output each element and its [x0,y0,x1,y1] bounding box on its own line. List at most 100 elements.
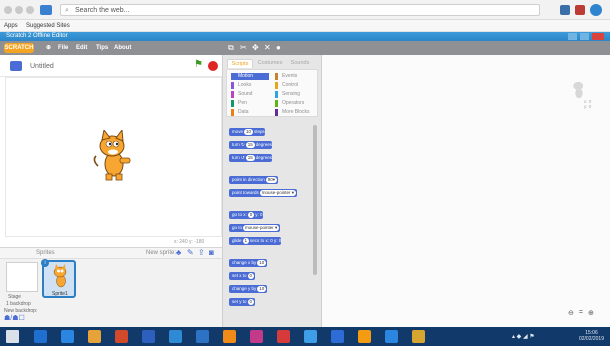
motion-block[interactable]: set y to 0 [229,298,256,306]
globe-icon[interactable]: ⊕ [46,41,51,55]
stage-thumbnail[interactable] [6,262,38,292]
motion-block[interactable]: point towards mouse-pointer ▾ [229,189,298,197]
help-icon[interactable]: ● [276,44,282,52]
cat-sprite[interactable] [92,130,136,182]
taskbar-app-icon[interactable] [223,330,236,343]
block-input[interactable]: 15 [245,141,255,148]
address-bar[interactable]: ⌕ Search the web... [60,4,540,16]
taskbar-app-icon[interactable] [34,330,47,343]
extension-icon[interactable] [560,5,570,15]
block-label: go to x: [232,212,247,217]
presentation-mode-icon[interactable] [10,61,22,71]
taskbar-app-icon[interactable] [142,330,155,343]
stage[interactable] [5,77,222,237]
taskbar-app-icon[interactable] [250,330,263,343]
block-input[interactable]: mouse-pointer ▾ [243,224,280,231]
paint-sprite-icon[interactable]: ✎ [187,248,194,257]
block-input[interactable]: 0 [247,211,255,218]
motion-block[interactable]: turn ↻ 15 degrees [229,141,273,149]
taskbar-app-icon[interactable] [61,330,74,343]
grow-icon[interactable]: ✥ [252,44,259,52]
block-input[interactable]: 0 [247,272,255,279]
close-icon[interactable] [592,33,604,40]
motion-block[interactable]: point in direction 90▾ [229,176,279,184]
back-icon[interactable] [4,6,12,14]
menu-about[interactable]: About [114,41,131,55]
scripts-area[interactable]: x: 0 y: 0 [322,55,610,327]
stage-footer: x: 240 y: -180 [0,237,222,247]
maximize-icon[interactable] [580,33,589,40]
refresh-icon[interactable] [26,6,34,14]
taskbar-app-icon[interactable] [169,330,182,343]
clock-date: 02/02/2019 [578,336,604,342]
search-icon: ⌕ [65,7,69,14]
block-input[interactable]: 1 [242,237,250,244]
block-input[interactable]: 10 [257,285,267,292]
zoom-out-icon[interactable]: ⊖ [568,309,574,319]
menu-edit[interactable]: Edit [76,41,87,55]
taskbar-app-icon[interactable] [385,330,398,343]
address-text: Search the web... [75,7,130,14]
blocks-list: move 10 steps turn ↻ 15 degrees turn ↺ 15 degree… [223,55,323,327]
bookmarks-bar: Apps Suggested Sites [0,20,610,32]
zoom-in-icon[interactable]: ⊕ [588,309,594,319]
taskbar-app-icon[interactable] [196,330,209,343]
taskbar-app-icon[interactable] [412,330,425,343]
blocks-palette: Scripts Costumes Sounds Motion Looks Sound… [222,55,322,327]
project-title[interactable]: Untitled [30,62,90,72]
zoom-reset-icon[interactable]: = [579,309,583,319]
taskbar-app-icon[interactable] [358,330,371,343]
block-input[interactable]: 0 [247,298,255,305]
backdrop-tools-icon[interactable]: ☗/☗☐ [4,314,25,322]
system-tray[interactable]: ▴ ◆ ◢ ⚑ [512,333,535,340]
motion-block[interactable]: go to x: 0 y: 0 [229,211,263,219]
upload-sprite-icon[interactable]: ⇪ [198,248,205,257]
motion-block[interactable]: turn ↺ 15 degrees [229,154,273,162]
sprite-thumbnail[interactable]: i Sprite1 [41,259,76,298]
motion-block[interactable]: move 10 steps [229,128,265,136]
choose-sprite-icon[interactable]: ♣ [176,248,181,257]
menu-tips[interactable]: Tips [96,41,108,55]
camera-sprite-icon[interactable]: ◙ [209,248,214,257]
taskbar-app-icon[interactable] [304,330,317,343]
profile-icon[interactable] [590,4,602,16]
bookmark-apps[interactable]: Apps [4,20,18,32]
forward-icon[interactable] [15,6,23,14]
block-label-suffix: degrees [255,142,273,147]
block-label: move [232,129,244,134]
block-label-suffix: y: 0 [255,212,263,217]
addon-icon[interactable] [575,5,585,15]
block-label: set y to [232,299,247,304]
block-input[interactable]: mouse-pointer ▾ [259,189,297,196]
taskbar-app-icon[interactable] [88,330,101,343]
stop-icon[interactable] [208,61,218,71]
menu-file[interactable]: File [58,41,68,55]
taskbar-app-icon[interactable] [331,330,344,343]
windows-taskbar: ▴ ◆ ◢ ⚑ 15:06 02/02/2019 [0,327,610,346]
taskbar-app-icon[interactable] [277,330,290,343]
motion-block[interactable]: change x by 10 [229,259,268,267]
minimize-icon[interactable] [568,33,577,40]
block-label: point in direction [232,177,265,182]
block-input[interactable]: 15 [245,154,255,161]
sprite-corner-icon [573,81,584,99]
shrink-icon[interactable]: ✕ [264,44,271,52]
sprite-info-icon[interactable]: i [41,259,49,267]
block-input[interactable]: 90▾ [265,176,278,183]
delete-icon[interactable]: ✂ [240,44,247,52]
motion-block[interactable]: glide 1 secs to x: 0 y: 0 [229,237,282,245]
motion-block[interactable]: change y by 10 [229,285,268,293]
taskbar-app-icon[interactable] [115,330,128,343]
blocks-scrollbar[interactable] [313,125,317,275]
block-input[interactable]: 10 [257,259,267,266]
stage-label: Stage [8,294,22,300]
block-input[interactable]: 10 [244,128,254,135]
green-flag-icon[interactable]: ⚑ [194,60,203,70]
taskbar-clock[interactable]: 15:06 02/02/2019 [579,330,604,342]
motion-block[interactable]: go to mouse-pointer ▾ [229,224,281,232]
mouse-coords: x: 240 y: -180 [174,239,205,245]
duplicate-icon[interactable]: ⧉ [228,44,234,52]
motion-block[interactable]: set x to 0 [229,272,256,280]
search-engine-icon[interactable] [40,5,52,15]
bookmark-suggested-sites[interactable]: Suggested Sites [26,20,70,32]
